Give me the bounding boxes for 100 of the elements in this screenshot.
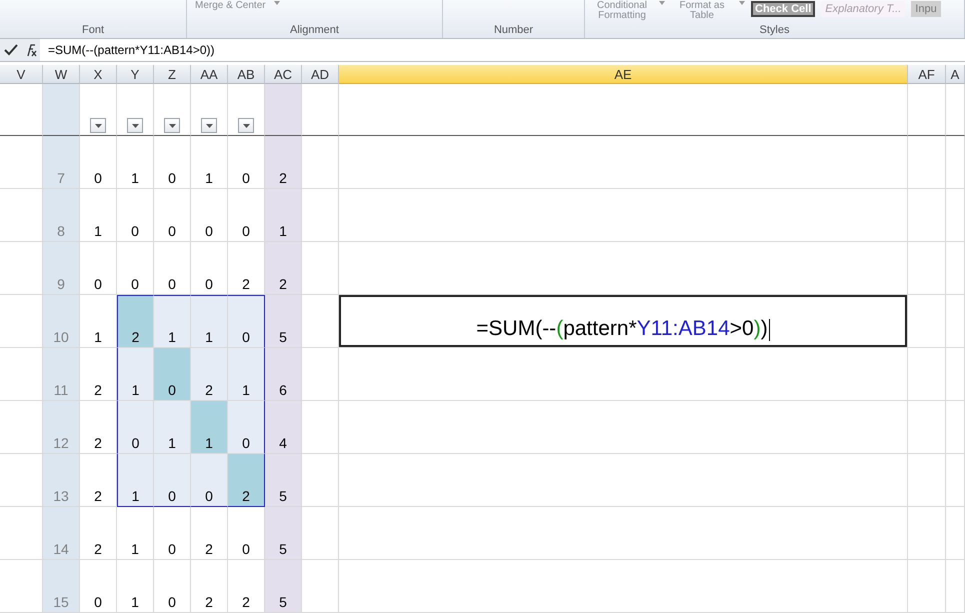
column-header[interactable]: X bbox=[80, 65, 117, 84]
table-cell: 2 bbox=[265, 242, 302, 295]
row-number: 10 bbox=[43, 295, 80, 348]
table-cell: 5 bbox=[265, 295, 302, 348]
formula-text[interactable]: =SUM(--(pattern*Y11:AB14>0)) bbox=[40, 43, 215, 57]
table-cell: 0 bbox=[154, 136, 191, 189]
column-header[interactable]: AD bbox=[302, 65, 339, 84]
table-cell: 0 bbox=[80, 136, 117, 189]
table-cell: 0 bbox=[228, 401, 265, 454]
table-cell bbox=[946, 348, 965, 401]
table-cell: 0 bbox=[117, 401, 154, 454]
table-cell bbox=[302, 242, 339, 295]
dropdown-icon bbox=[659, 1, 665, 5]
table-cell bbox=[302, 189, 339, 242]
table-cell: 1 bbox=[154, 295, 191, 348]
table-cell bbox=[908, 401, 946, 454]
table-cell: 1 bbox=[117, 348, 154, 401]
table-cell bbox=[302, 507, 339, 560]
column-header[interactable]: AC bbox=[265, 65, 302, 84]
table-cell: 1 bbox=[117, 507, 154, 560]
table-cell: 2 bbox=[191, 348, 228, 401]
table-cell: 2 bbox=[191, 507, 228, 560]
table-cell: 0 bbox=[154, 189, 191, 242]
dropdown-icon bbox=[168, 124, 176, 128]
table-cell: 1 bbox=[80, 189, 117, 242]
column-header[interactable]: AF bbox=[908, 65, 946, 84]
table-cell bbox=[908, 507, 946, 560]
table-cell: 2 bbox=[265, 136, 302, 189]
filter-button[interactable] bbox=[127, 118, 143, 133]
table-cell bbox=[946, 189, 965, 242]
column-header[interactable]: AE bbox=[339, 65, 908, 84]
table-cell bbox=[946, 295, 965, 348]
table-cell: 0 bbox=[117, 189, 154, 242]
column-header[interactable]: Y bbox=[117, 65, 154, 84]
row-number: 9 bbox=[43, 242, 80, 295]
table-cell: 1 bbox=[191, 401, 228, 454]
table-cell: 1 bbox=[117, 454, 154, 507]
column-header[interactable]: AA bbox=[191, 65, 228, 84]
group-label: Alignment bbox=[289, 24, 340, 38]
filter-button[interactable] bbox=[238, 118, 254, 133]
row-number: 11 bbox=[43, 348, 80, 401]
table-cell: 0 bbox=[191, 454, 228, 507]
table-cell bbox=[946, 454, 965, 507]
table-cell: 1 bbox=[154, 401, 191, 454]
column-header[interactable]: W bbox=[43, 65, 80, 84]
row-number: 15 bbox=[43, 560, 80, 613]
table-cell bbox=[302, 136, 339, 189]
group-label: Styles bbox=[758, 24, 790, 38]
row-number: 8 bbox=[43, 189, 80, 242]
table-cell: 0 bbox=[228, 295, 265, 348]
table-cell bbox=[908, 560, 946, 613]
row-number: 7 bbox=[43, 136, 80, 189]
row-number: 14 bbox=[43, 507, 80, 560]
table-cell: 1 bbox=[228, 348, 265, 401]
table-cell bbox=[302, 348, 339, 401]
table-cell: 0 bbox=[80, 242, 117, 295]
group-label: Number bbox=[492, 24, 534, 38]
table-cell: 5 bbox=[265, 560, 302, 613]
dropdown-icon bbox=[206, 124, 212, 128]
table-cell bbox=[908, 189, 946, 242]
table-cell bbox=[946, 507, 965, 560]
cell-editor[interactable]: =SUM(--(pattern*Y11:AB14>0)) bbox=[339, 295, 907, 347]
table-cell bbox=[302, 560, 339, 613]
dropdown-icon bbox=[242, 124, 250, 128]
table-cell: 1 bbox=[117, 560, 154, 613]
table-cell bbox=[302, 454, 339, 507]
dropdown-icon bbox=[94, 124, 102, 128]
row-number: 13 bbox=[43, 454, 80, 507]
filter-button[interactable] bbox=[201, 118, 217, 133]
table-cell: 0 bbox=[154, 348, 191, 401]
table-cell bbox=[302, 401, 339, 454]
column-header[interactable]: AB bbox=[228, 65, 265, 84]
table-cell: 5 bbox=[265, 454, 302, 507]
table-cell bbox=[946, 401, 965, 454]
checkmark-icon bbox=[4, 44, 18, 56]
table-cell: 0 bbox=[154, 560, 191, 613]
table-cell: 1 bbox=[265, 189, 302, 242]
table-cell: 5 bbox=[265, 507, 302, 560]
table-cell: 1 bbox=[117, 136, 154, 189]
column-header[interactable]: A bbox=[946, 65, 965, 84]
table-cell: 0 bbox=[80, 560, 117, 613]
table-cell: 1 bbox=[191, 136, 228, 189]
column-header[interactable]: V bbox=[0, 65, 43, 84]
table-cell bbox=[946, 242, 965, 295]
filter-button[interactable] bbox=[90, 118, 106, 133]
table-cell: 2 bbox=[80, 507, 117, 560]
filter-button[interactable] bbox=[164, 118, 180, 133]
table-cell bbox=[946, 560, 965, 613]
dropdown-icon bbox=[739, 1, 745, 5]
table-cell: 2 bbox=[117, 295, 154, 348]
table-cell: 0 bbox=[154, 507, 191, 560]
dropdown-icon bbox=[132, 124, 138, 128]
group-label: Font bbox=[80, 24, 105, 38]
column-header[interactable]: Z bbox=[154, 65, 191, 84]
table-cell: 6 bbox=[265, 348, 302, 401]
table-cell: 0 bbox=[154, 454, 191, 507]
table-cell: 2 bbox=[228, 454, 265, 507]
table-cell: 1 bbox=[191, 295, 228, 348]
row-number: 12 bbox=[43, 401, 80, 454]
table-cell bbox=[908, 348, 946, 401]
